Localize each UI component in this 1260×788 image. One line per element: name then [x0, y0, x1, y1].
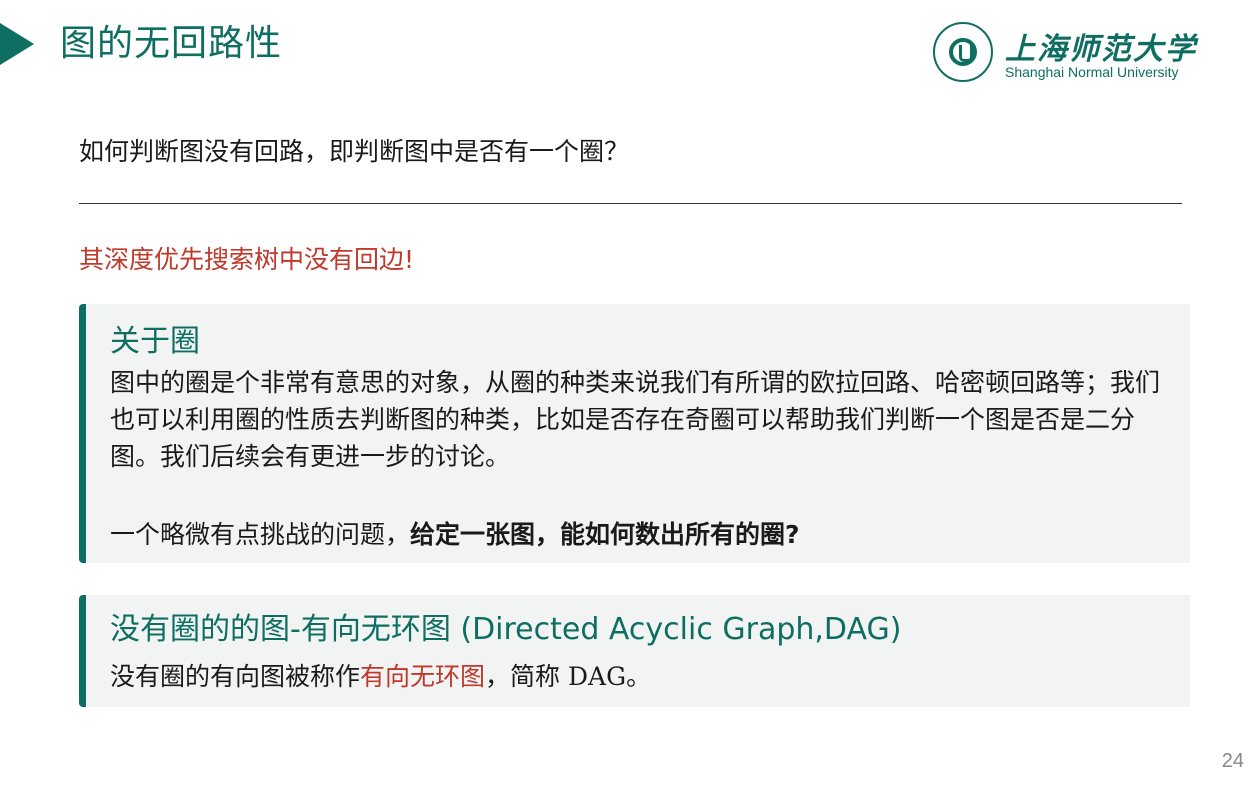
dag-abbreviation: DAG [567, 662, 627, 691]
logo-english-name: Shanghai Normal University [1005, 64, 1179, 80]
logo-chinese-name: 上海师范大学 [1005, 32, 1197, 67]
page-number: 24 [1221, 750, 1244, 772]
challenge-question: 一个略微有点挑战的问题，给定一张图，能如何数出所有的圈? [110, 516, 1174, 553]
university-seal-icon [933, 22, 993, 82]
about-cycles-title: 关于圈 [110, 324, 200, 359]
university-logo: 上海师范大学 Shanghai Normal University [933, 22, 1195, 84]
dag-term-highlight: 有向无环图 [360, 662, 486, 691]
dag-title: 没有圈的的图-有向无环图 (Directed Acyclic Graph,DAG… [110, 612, 902, 647]
dag-definition-middle: ，简称 [485, 662, 568, 691]
dag-definition-suffix: 。 [626, 662, 652, 691]
challenge-question-prefix: 一个略微有点挑战的问题， [110, 520, 411, 549]
challenge-question-bold: 给定一张图，能如何数出所有的圈? [410, 520, 800, 549]
title-arrow-marker [0, 23, 34, 65]
answer-text: 其深度优先搜索树中没有回边! [79, 245, 415, 274]
dag-box: 没有圈的的图-有向无环图 (Directed Acyclic Graph,DAG… [79, 595, 1190, 707]
slide-title: 图的无回路性 [60, 23, 283, 64]
question-text: 如何判断图没有回路，即判断图中是否有一个圈？ [79, 137, 630, 166]
about-cycles-box: 关于圈 图中的圈是个非常有意思的对象，从圈的种类来说我们有所谓的欧拉回路、哈密顿… [79, 304, 1190, 563]
about-cycles-paragraph: 图中的圈是个非常有意思的对象，从圈的种类来说我们有所谓的欧拉回路、哈密顿回路等；… [110, 368, 1161, 471]
dag-definition-prefix: 没有圈的有向图被称作 [110, 662, 361, 691]
divider [79, 203, 1182, 204]
dag-definition: 没有圈的有向图被称作有向无环图，简称 DAG。 [110, 658, 1174, 695]
